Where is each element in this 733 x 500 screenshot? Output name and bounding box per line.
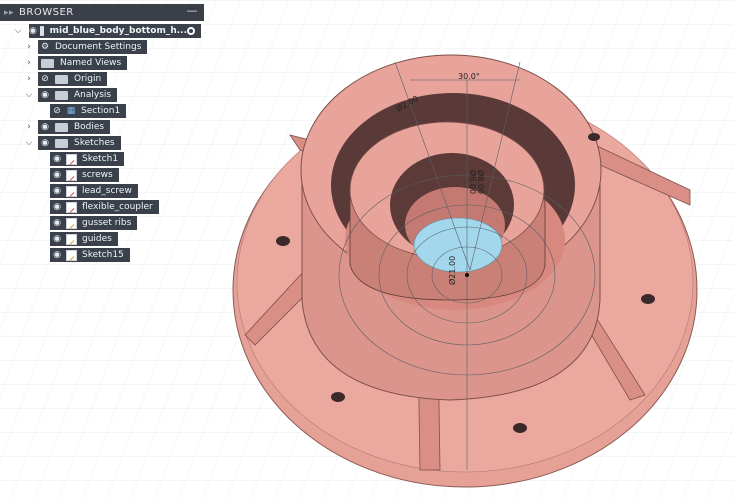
eye-icon[interactable]: ◉ bbox=[50, 154, 64, 164]
browser-title: BROWSER bbox=[19, 7, 74, 18]
folder-icon bbox=[55, 138, 68, 148]
eye-hidden-icon[interactable]: ⊘ bbox=[38, 74, 52, 84]
sketch-icon bbox=[66, 217, 77, 229]
activate-radio-icon[interactable] bbox=[187, 27, 195, 35]
blue-bore-face bbox=[413, 217, 503, 273]
folder-icon bbox=[41, 58, 54, 68]
eye-icon[interactable]: ◉ bbox=[50, 202, 64, 212]
sketch-label: gusset ribs bbox=[82, 218, 132, 228]
dimension-d4[interactable]: Ø21.00 bbox=[447, 256, 457, 285]
sketch-label: lead_screw bbox=[82, 186, 132, 196]
sketch-icon bbox=[66, 249, 77, 261]
eye-icon[interactable]: ◉ bbox=[29, 26, 37, 36]
eye-hidden-icon[interactable]: ⊘ bbox=[50, 106, 64, 116]
sketch-node[interactable]: ◉ Sketch1 bbox=[50, 152, 125, 166]
analysis-label: Analysis bbox=[74, 90, 112, 100]
bodies-node[interactable]: ◉ Bodies bbox=[38, 120, 111, 134]
chevron-down-icon[interactable]: ⌵ bbox=[24, 136, 34, 150]
root-component[interactable]: ◉ mid_blue_body_bottom_h... bbox=[29, 24, 201, 38]
component-icon bbox=[39, 26, 44, 36]
origin-label: Origin bbox=[74, 74, 102, 84]
browser-panel: ▸▸ BROWSER — ⌵ ◉ mid_blue_body_bottom_h.… bbox=[0, 0, 210, 270]
grip-icon[interactable]: ▸▸ bbox=[4, 8, 14, 18]
sketch-label: screws bbox=[82, 170, 113, 180]
sketch-label: Sketch15 bbox=[82, 250, 124, 260]
sketch-node[interactable]: ◉ guides bbox=[50, 232, 118, 246]
sketch-icon bbox=[66, 201, 77, 213]
folder-icon bbox=[55, 74, 68, 84]
eye-icon[interactable]: ◉ bbox=[50, 218, 64, 228]
folder-icon bbox=[55, 122, 68, 132]
sketch-icon bbox=[66, 185, 77, 197]
section1-label: Section1 bbox=[81, 106, 121, 116]
sketch-node[interactable]: ◉ Sketch15 bbox=[50, 248, 130, 262]
eye-icon[interactable]: ◉ bbox=[38, 138, 52, 148]
gear-icon: ⚙ bbox=[40, 42, 50, 52]
minimize-button[interactable]: — bbox=[187, 4, 199, 17]
eye-icon[interactable]: ◉ bbox=[38, 90, 52, 100]
sketch-center-point bbox=[465, 273, 469, 277]
folder-icon bbox=[55, 90, 68, 100]
section1-node[interactable]: ⊘ ▦ Section1 bbox=[50, 104, 127, 118]
origin-node[interactable]: ⊘ Origin bbox=[38, 72, 108, 86]
sketch-node[interactable]: ◉ flexible_coupler bbox=[50, 200, 159, 214]
eye-icon[interactable]: ◉ bbox=[50, 250, 64, 260]
sketch-node[interactable]: ◉ screws bbox=[50, 168, 119, 182]
root-component-label: mid_blue_body_bottom_h... bbox=[49, 26, 187, 36]
sketches-node[interactable]: ◉ Sketches bbox=[38, 136, 121, 150]
named-views-label: Named Views bbox=[60, 58, 122, 68]
sketch-node[interactable]: ◉ gusset ribs bbox=[50, 216, 138, 230]
analysis-node[interactable]: ◉ Analysis bbox=[38, 88, 118, 102]
sketch-label: guides bbox=[82, 234, 112, 244]
chevron-right-icon[interactable]: › bbox=[24, 40, 34, 54]
sketch-icon bbox=[66, 233, 77, 245]
document-settings-node[interactable]: ⚙ Document Settings bbox=[38, 40, 148, 54]
sketch-label: flexible_coupler bbox=[82, 202, 153, 212]
eye-icon[interactable]: ◉ bbox=[50, 170, 64, 180]
eye-icon[interactable]: ◉ bbox=[50, 234, 64, 244]
sketch-icon bbox=[66, 169, 77, 181]
browser-header[interactable]: ▸▸ BROWSER — bbox=[0, 4, 204, 21]
chevron-down-icon[interactable]: ⌵ bbox=[13, 24, 23, 38]
bodies-label: Bodies bbox=[74, 122, 105, 132]
section-analysis-icon: ▦ bbox=[66, 106, 76, 116]
eye-icon[interactable]: ◉ bbox=[38, 122, 52, 132]
dimension-d3[interactable]: Ø6.00 bbox=[468, 170, 478, 194]
eye-icon[interactable]: ◉ bbox=[50, 186, 64, 196]
sketch-node[interactable]: ◉ lead_screw bbox=[50, 184, 138, 198]
sketch-icon bbox=[66, 153, 77, 165]
document-settings-label: Document Settings bbox=[55, 42, 142, 52]
chevron-down-icon[interactable]: ⌵ bbox=[24, 88, 34, 102]
chevron-right-icon[interactable]: › bbox=[24, 56, 34, 70]
sketch-label: Sketch1 bbox=[82, 154, 119, 164]
dimension-angle[interactable]: 30.0° bbox=[458, 72, 480, 81]
named-views-node[interactable]: Named Views bbox=[38, 56, 128, 70]
sketches-label: Sketches bbox=[74, 138, 115, 148]
chevron-right-icon[interactable]: › bbox=[24, 72, 34, 86]
chevron-right-icon[interactable]: › bbox=[24, 120, 34, 134]
